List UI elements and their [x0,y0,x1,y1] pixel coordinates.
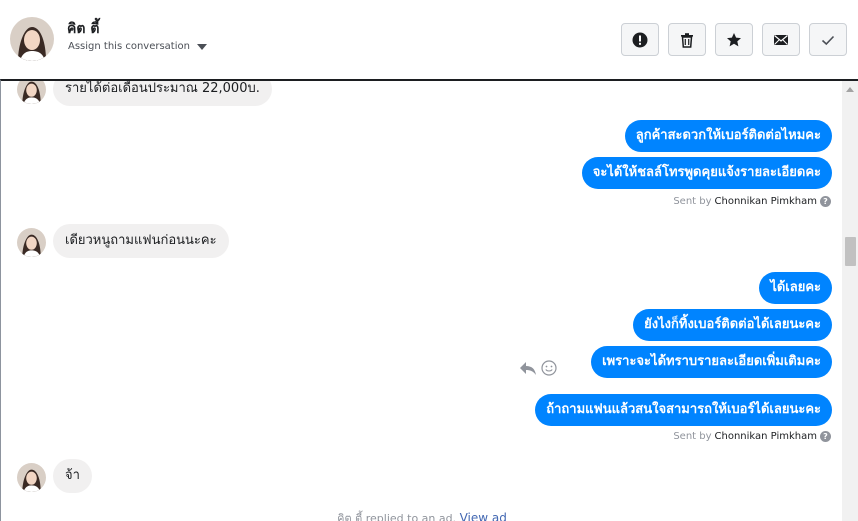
ad-reply-note: คิต ตี้ replied to an ad. View ad [1,509,843,521]
incoming-message[interactable]: รายได้ต่อเดือนประมาณ 22,000บ. [53,81,272,106]
scroll-up-arrow-icon[interactable] [846,87,854,92]
outgoing-message[interactable]: ถ้าถามแฟนแล้วสนใจสามารถให้เบอร์ได้เลยนะค… [535,394,832,426]
thread-scrollbar[interactable] [842,81,858,521]
reply-icon[interactable] [519,360,537,376]
contact-avatar-small[interactable] [17,463,46,492]
incoming-message[interactable]: เดียวหนูถามแฟนก่อนนะคะ [53,224,229,258]
assign-label: Assign this conversation [68,41,190,52]
sent-by-name: Chonnikan Pimkham [714,431,817,442]
outgoing-message[interactable]: ลูกค้าสะดวกให้เบอร์ติดต่อไหมคะ [624,120,832,152]
header-actions [621,23,847,56]
delete-button[interactable] [668,23,706,56]
incoming-message[interactable]: จ้า [53,459,92,493]
message-thread[interactable]: รายได้ต่อเดือนประมาณ 22,000บ. ลูกค้าสะดว… [0,79,858,521]
envelope-icon [774,34,788,45]
spam-button[interactable] [621,23,659,56]
check-icon [821,35,835,45]
follow-up-button[interactable] [715,23,753,56]
outgoing-message[interactable]: ยังไงก็ทิ้งเบอร์ติดต่อได้เลยนะคะ [633,309,832,341]
outgoing-message[interactable]: จะได้ให้ชลล์โทรพูดคุยแจ้งรายละเอียดคะ [581,157,832,189]
star-icon [727,32,741,46]
sent-by-label: Sent by Chonnikan Pimkham ? [673,431,831,442]
contact-name: คิต ตี้ [67,21,100,37]
trash-icon [681,32,693,48]
contact-avatar[interactable] [10,17,54,61]
view-ad-link[interactable]: View ad [460,511,507,521]
sent-by-label: Sent by Chonnikan Pimkham ? [673,196,831,207]
outgoing-message[interactable]: ได้เลยคะ [759,272,832,304]
conversation-header: คิต ตี้ Assign this conversation [0,0,858,80]
emoji-icon[interactable] [541,360,557,376]
ad-reply-text: คิต ตี้ replied to an ad. [337,512,457,521]
assign-conversation-dropdown[interactable]: Assign this conversation [68,41,207,52]
sent-by-prefix: Sent by [673,431,712,442]
contact-avatar-small[interactable] [17,81,46,104]
scrollbar-thumb[interactable] [845,237,856,266]
caret-down-icon [196,43,207,50]
sent-by-name: Chonnikan Pimkham [714,196,817,207]
mark-unread-button[interactable] [762,23,800,56]
message-tools [519,360,557,376]
contact-avatar-small[interactable] [17,228,46,257]
mark-done-button[interactable] [809,23,847,56]
question-icon[interactable]: ? [820,431,831,442]
question-icon[interactable]: ? [820,196,831,207]
outgoing-message[interactable]: เพราะจะได้ทราบรายละเอียดเพิ่มเติมคะ [591,346,832,378]
alert-icon [632,32,648,47]
sent-by-prefix: Sent by [673,196,712,207]
